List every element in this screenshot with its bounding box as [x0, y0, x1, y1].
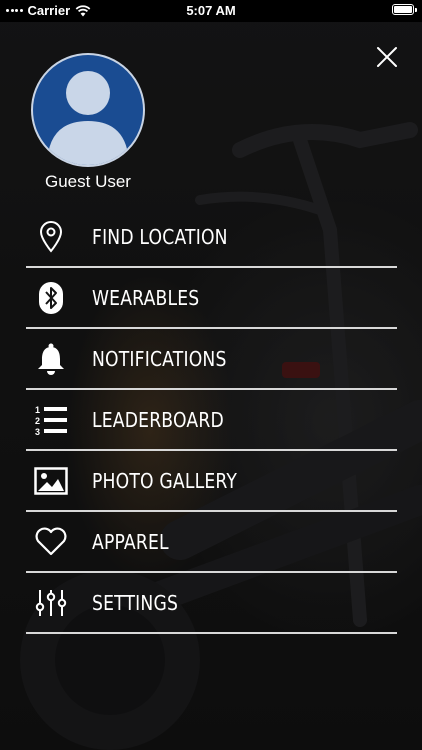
menu-item-label: PHOTO GALLERY	[92, 468, 238, 493]
menu-item-find-location[interactable]: FIND LOCATION	[26, 207, 397, 268]
menu-item-label: FIND LOCATION	[92, 224, 228, 249]
menu-item-label: NOTIFICATIONS	[92, 346, 227, 371]
ranked-list-icon: 1 2 3	[26, 400, 76, 440]
battery-icon	[392, 4, 417, 15]
svg-text:3: 3	[35, 427, 40, 436]
sliders-icon	[26, 583, 76, 623]
drawer-menu: FIND LOCATION WEARABLES NOTIFICATIONS 1 …	[26, 207, 397, 634]
svg-text:1: 1	[35, 405, 40, 415]
menu-item-notifications[interactable]: NOTIFICATIONS	[26, 329, 397, 390]
menu-item-apparel[interactable]: APPAREL	[26, 512, 397, 573]
user-avatar[interactable]	[31, 53, 145, 167]
svg-text:2: 2	[35, 416, 40, 426]
menu-item-settings[interactable]: SETTINGS	[26, 573, 397, 634]
menu-item-label: WEARABLES	[92, 285, 200, 310]
default-avatar-icon	[47, 71, 129, 165]
location-pin-icon	[26, 217, 76, 257]
menu-item-photo-gallery[interactable]: PHOTO GALLERY	[26, 451, 397, 512]
bluetooth-icon	[26, 278, 76, 318]
status-bar: Carrier 5:07 AM	[0, 0, 422, 22]
photo-icon	[26, 461, 76, 501]
heart-icon	[26, 522, 76, 562]
menu-item-label: LEADERBOARD	[92, 407, 224, 432]
menu-item-leaderboard[interactable]: 1 2 3 LEADERBOARD	[26, 390, 397, 451]
menu-item-label: APPAREL	[92, 529, 169, 554]
status-time: 5:07 AM	[186, 3, 236, 18]
close-icon[interactable]	[374, 44, 400, 70]
menu-item-wearables[interactable]: WEARABLES	[26, 268, 397, 329]
menu-item-label: SETTINGS	[92, 590, 179, 615]
bell-icon	[26, 339, 76, 379]
user-name: Guest User	[45, 172, 131, 191]
